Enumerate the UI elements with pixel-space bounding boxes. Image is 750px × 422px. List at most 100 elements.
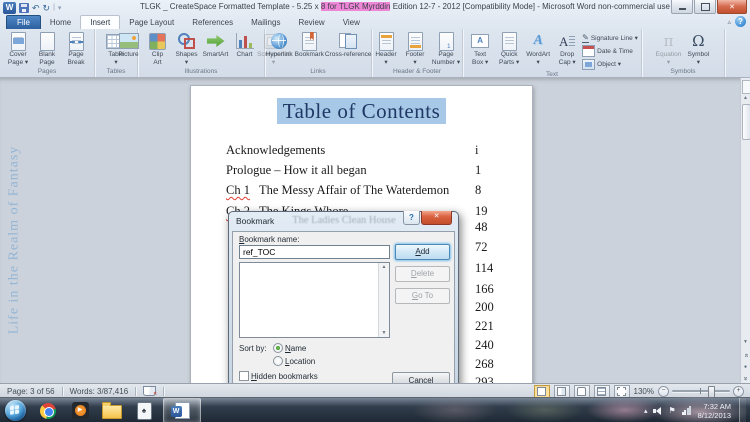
zoom-out-button[interactable]: − <box>658 386 669 397</box>
taskbar-chrome-button[interactable] <box>35 400 61 421</box>
web-layout-view-button[interactable] <box>574 385 590 398</box>
vertical-scrollbar[interactable]: ▲ ▼ « ● « <box>740 78 750 383</box>
drop-cap-button[interactable]: A Drop Cap ▾ <box>553 30 581 67</box>
bookmark-dialog: The Ladies Clean House Bookmark ? ✕ Book… <box>228 211 459 394</box>
bookmark-name-input[interactable] <box>239 245 390 259</box>
date-time-button[interactable]: Date & Time <box>582 45 638 57</box>
quick-parts-button[interactable]: Quick Parts ▾ <box>495 30 523 67</box>
word-logo-icon[interactable]: W <box>3 2 16 14</box>
title-bar[interactable]: W | ▾ TLGK _ CreateSpace Formatted Templ… <box>0 0 750 15</box>
zoom-in-button[interactable]: + <box>733 386 744 397</box>
start-button[interactable] <box>5 400 26 421</box>
zoom-level-label[interactable]: 130% <box>634 387 654 396</box>
window-chrome: W | ▾ TLGK _ CreateSpace Formatted Templ… <box>0 0 750 78</box>
window-title: TLGK _ CreateSpace Formatted Template - … <box>120 2 690 11</box>
group-label-pages: Pages <box>0 67 94 77</box>
tab-review[interactable]: Review <box>289 16 333 29</box>
taskbar-word-button-active[interactable]: W <box>163 398 201 422</box>
smartart-button[interactable]: SmartArt <box>202 30 230 60</box>
show-desktop-button[interactable] <box>739 398 746 422</box>
scrollbar-thumb[interactable] <box>742 104 750 140</box>
proofing-status[interactable] <box>136 386 163 396</box>
scroll-up-icon[interactable]: ▲ <box>741 95 750 101</box>
cross-reference-button[interactable]: Cross-reference <box>325 30 371 60</box>
footer-button[interactable]: Footer ▾ <box>401 30 429 67</box>
cover-page-button[interactable]: Cover Page ▾ <box>4 30 32 67</box>
qat-dropdown-icon[interactable]: ▾ <box>58 4 62 12</box>
help-icon[interactable]: ? <box>735 16 746 27</box>
shapes-icon <box>178 33 196 49</box>
next-page-button[interactable]: « <box>741 375 750 382</box>
previous-page-button[interactable]: « <box>741 352 750 359</box>
full-screen-reading-view-button[interactable] <box>554 385 570 398</box>
page-number-button[interactable]: Page Number ▾ <box>430 30 462 67</box>
tab-page-layout[interactable]: Page Layout <box>120 16 183 29</box>
clip-art-button[interactable]: Clip Art <box>144 30 172 67</box>
zoom-slider-track[interactable] <box>672 390 730 392</box>
header-button[interactable]: Header ▾ <box>372 30 400 67</box>
minimize-ribbon-icon[interactable]: ▵ <box>727 18 731 26</box>
action-center-flag-icon[interactable]: ⚑ <box>668 406 675 415</box>
volume-icon[interactable] <box>653 406 662 415</box>
taskbar-media-player-button[interactable] <box>67 400 93 421</box>
word-count-indicator[interactable]: Words: 3/87,416 <box>63 387 136 396</box>
hidden-bookmarks-checkbox[interactable] <box>239 371 249 381</box>
dialog-title[interactable]: Bookmark <box>236 216 274 226</box>
bookmark-name-label: Bookmark name: <box>239 235 299 244</box>
bookmark-list[interactable] <box>239 262 390 338</box>
select-browse-object-button[interactable]: ● <box>741 364 750 370</box>
print-layout-view-button[interactable] <box>534 385 550 398</box>
sort-name-radio[interactable] <box>273 343 283 353</box>
title-text-pre: TLGK _ CreateSpace Formatted Template - … <box>140 2 321 11</box>
undo-icon[interactable] <box>32 3 40 13</box>
clock-date: 8/12/2013 <box>698 411 731 420</box>
show-hidden-icons-icon[interactable]: ▴ <box>644 407 648 415</box>
quick-parts-icon <box>502 32 517 51</box>
picture-button[interactable]: Picture <box>115 30 143 60</box>
group-label-symbols: Symbols <box>642 67 724 77</box>
taskbar-explorer-button[interactable] <box>99 400 125 421</box>
dialog-help-icon[interactable]: ? <box>403 211 420 225</box>
ribbon-group-illustrations: Picture Clip Art Shapes ▾ <box>138 29 265 77</box>
repeat-icon[interactable] <box>43 3 51 13</box>
save-icon[interactable] <box>19 3 29 13</box>
tab-insert[interactable]: Insert <box>80 15 120 29</box>
tab-view[interactable]: View <box>334 16 369 29</box>
wordart-button[interactable]: A WordArt ▾ <box>524 30 552 67</box>
restore-button[interactable] <box>694 0 716 14</box>
ruler-toggle-button[interactable] <box>742 80 750 94</box>
draft-view-button[interactable] <box>614 385 630 398</box>
qat-divider: | <box>53 4 55 11</box>
text-box-icon <box>471 34 489 48</box>
object-button[interactable]: Object ▾ <box>582 58 638 70</box>
sort-location-radio[interactable] <box>273 356 283 366</box>
symbol-button[interactable]: Ω Symbol ▾ <box>684 30 712 67</box>
tab-references[interactable]: References <box>183 16 242 29</box>
outline-view-button[interactable] <box>594 385 610 398</box>
blank-page-button[interactable]: Blank Page <box>33 30 61 67</box>
bookmark-button[interactable]: Bookmark <box>294 30 324 60</box>
close-button[interactable]: ✕ <box>717 0 747 14</box>
tab-home[interactable]: Home <box>41 16 80 29</box>
taskbar-cards-app-button[interactable]: ♠ <box>131 400 157 421</box>
footer-icon <box>408 32 423 51</box>
chart-button[interactable]: Chart <box>231 30 259 60</box>
signature-line-button[interactable]: ✎ Signature Line ▾ <box>582 32 638 44</box>
tab-file[interactable]: File <box>6 15 41 29</box>
hyperlink-button[interactable]: Hyperlink <box>265 30 293 60</box>
text-box-button[interactable]: Text Box ▾ <box>466 30 494 67</box>
word-taskbar-icon: W <box>175 402 190 419</box>
add-button[interactable]: Add <box>395 244 450 260</box>
page-indicator[interactable]: Page: 3 of 56 <box>0 387 62 396</box>
scroll-down-icon[interactable]: ▼ <box>741 339 750 345</box>
page-break-button[interactable]: Page Break <box>62 30 90 67</box>
minimize-button[interactable] <box>671 0 693 14</box>
taskbar-clock[interactable]: 7:32 AM 8/12/2013 <box>698 402 733 420</box>
shapes-button[interactable]: Shapes ▾ <box>173 30 201 67</box>
bookmark-icon <box>302 32 317 51</box>
dialog-close-icon[interactable]: ✕ <box>421 211 452 225</box>
equation-button: π Equation ▾ <box>654 30 684 67</box>
tab-mailings[interactable]: Mailings <box>242 16 289 29</box>
list-scrollbar[interactable] <box>378 263 389 337</box>
network-signal-icon[interactable] <box>682 406 692 415</box>
